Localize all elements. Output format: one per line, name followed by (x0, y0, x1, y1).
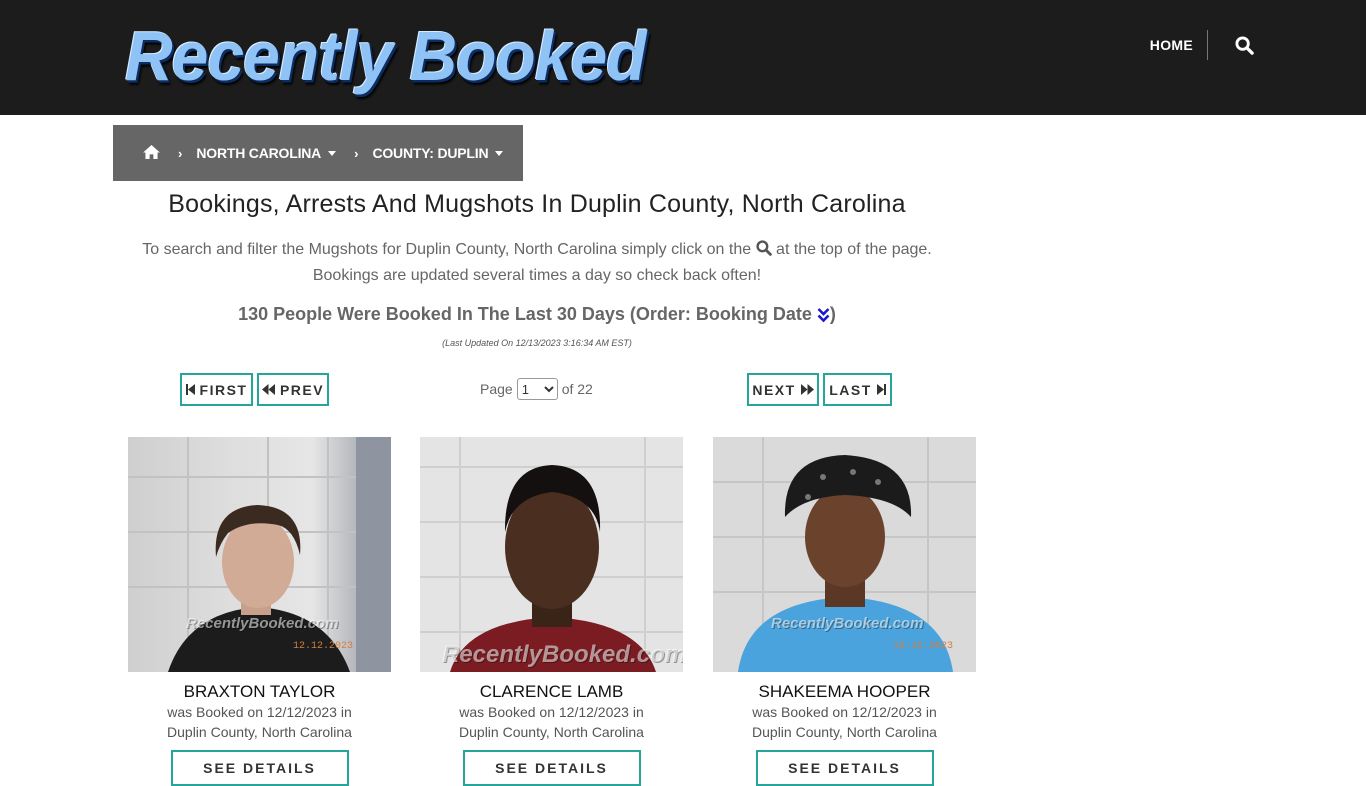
step-forward-icon (876, 384, 886, 395)
step-backward-icon (185, 384, 195, 395)
page-select[interactable]: 1 (516, 378, 558, 400)
description-text-end: at the top of the page. (776, 241, 932, 258)
breadcrumb-state-dropdown[interactable]: NORTH CAROLINA (196, 145, 337, 161)
prev-page-button[interactable]: PREV (257, 373, 329, 406)
mugshot-drawing (713, 437, 976, 672)
see-details-button[interactable]: SEE DETAILS (170, 750, 349, 786)
chevron-right-icon: › (178, 145, 183, 161)
breadcrumb-home[interactable] (143, 144, 160, 162)
booking-date-text: was Booked on 12/12/2023 in (167, 704, 352, 720)
booking-location: Duplin County, North Carolina (459, 724, 644, 740)
page-selector: Page 1 of 22 (480, 377, 593, 401)
booking-count-text: 130 People Were Booked In The Last 30 Da… (238, 304, 812, 324)
main-nav: HOME (1150, 30, 1254, 60)
mugshot-photo[interactable]: RecentlyBooked.com 12.12.2023 (713, 437, 976, 672)
backward-icon (261, 384, 275, 395)
last-page-label: LAST (829, 381, 872, 398)
next-page-button[interactable]: NEXT (747, 373, 819, 406)
double-chevron-down-icon[interactable] (817, 307, 830, 323)
page-title: Bookings, Arrests And Mugshots In Duplin… (168, 190, 906, 218)
next-page-label: NEXT (752, 381, 796, 398)
mugshot-drawing (128, 437, 391, 672)
breadcrumb-state-label: NORTH CAROLINA (196, 145, 322, 161)
first-page-label: FIRST (199, 381, 248, 398)
person-name[interactable]: SHAKEEMA HOOPER (713, 682, 976, 702)
see-details-button[interactable]: SEE DETAILS (755, 750, 934, 786)
photo-watermark: RecentlyBooked.com (442, 641, 683, 668)
last-page-button[interactable]: LAST (823, 373, 892, 406)
page-total: of 22 (561, 381, 593, 397)
forward-icon (800, 384, 814, 395)
photo-date-stamp: 12.12.2023 (893, 641, 954, 652)
booking-count-close: ) (829, 304, 836, 324)
booking-date-text: was Booked on 12/12/2023 in (459, 704, 644, 720)
search-button[interactable] (1208, 30, 1254, 60)
booking-location: Duplin County, North Carolina (752, 724, 937, 740)
breadcrumb: › NORTH CAROLINA › COUNTY: DUPLIN (113, 125, 523, 181)
last-updated: (Last Updated On 12/13/2023 3:16:34 AM E… (442, 338, 632, 348)
person-name[interactable]: CLARENCE LAMB (420, 682, 683, 702)
logo-text: Recently Booked (125, 16, 646, 95)
prev-page-label: PREV (279, 381, 325, 398)
booking-card: RecentlyBooked.com 12.12.2023 BRAXTON TA… (128, 437, 391, 786)
breadcrumb-county-dropdown[interactable]: COUNTY: DUPLIN (372, 145, 504, 161)
booking-location: Duplin County, North Carolina (167, 724, 352, 740)
description-text: To search and filter the Mugshots for Du… (142, 241, 752, 258)
mugshot-drawing (420, 437, 683, 672)
booking-card: RecentlyBooked.com CLARENCE LAMB was Boo… (420, 437, 683, 786)
booking-count: 130 People Were Booked In The Last 30 Da… (113, 304, 961, 325)
caret-down-icon (328, 150, 337, 156)
photo-watermark: RecentlyBooked.com (771, 615, 924, 632)
see-details-button[interactable]: SEE DETAILS (462, 750, 641, 786)
booking-date-text: was Booked on 12/12/2023 in (752, 704, 937, 720)
photo-watermark: RecentlyBooked.com (186, 615, 339, 632)
mugshot-photo[interactable]: RecentlyBooked.com (420, 437, 683, 672)
search-icon (755, 240, 772, 256)
site-header: Recently Booked HOME (0, 0, 1366, 115)
person-name[interactable]: BRAXTON TAYLOR (128, 682, 391, 702)
caret-down-icon (495, 150, 504, 156)
photo-date-stamp: 12.12.2023 (293, 641, 354, 652)
booking-card: RecentlyBooked.com 12.12.2023 SHAKEEMA H… (713, 437, 976, 786)
chevron-right-icon: › (354, 145, 359, 161)
mugshot-photo[interactable]: RecentlyBooked.com 12.12.2023 (128, 437, 391, 672)
nav-home-link[interactable]: HOME (1150, 30, 1208, 60)
breadcrumb-county-label: COUNTY: DUPLIN (372, 145, 489, 161)
page-description: To search and filter the Mugshots for Du… (113, 237, 961, 289)
search-icon (1235, 35, 1254, 55)
home-icon (143, 144, 160, 159)
page-label: Page (480, 381, 513, 397)
site-logo[interactable]: Recently Booked (125, 16, 646, 95)
description-line-2: Bookings are updated several times a day… (312, 267, 762, 284)
first-page-button[interactable]: FIRST (180, 373, 253, 406)
